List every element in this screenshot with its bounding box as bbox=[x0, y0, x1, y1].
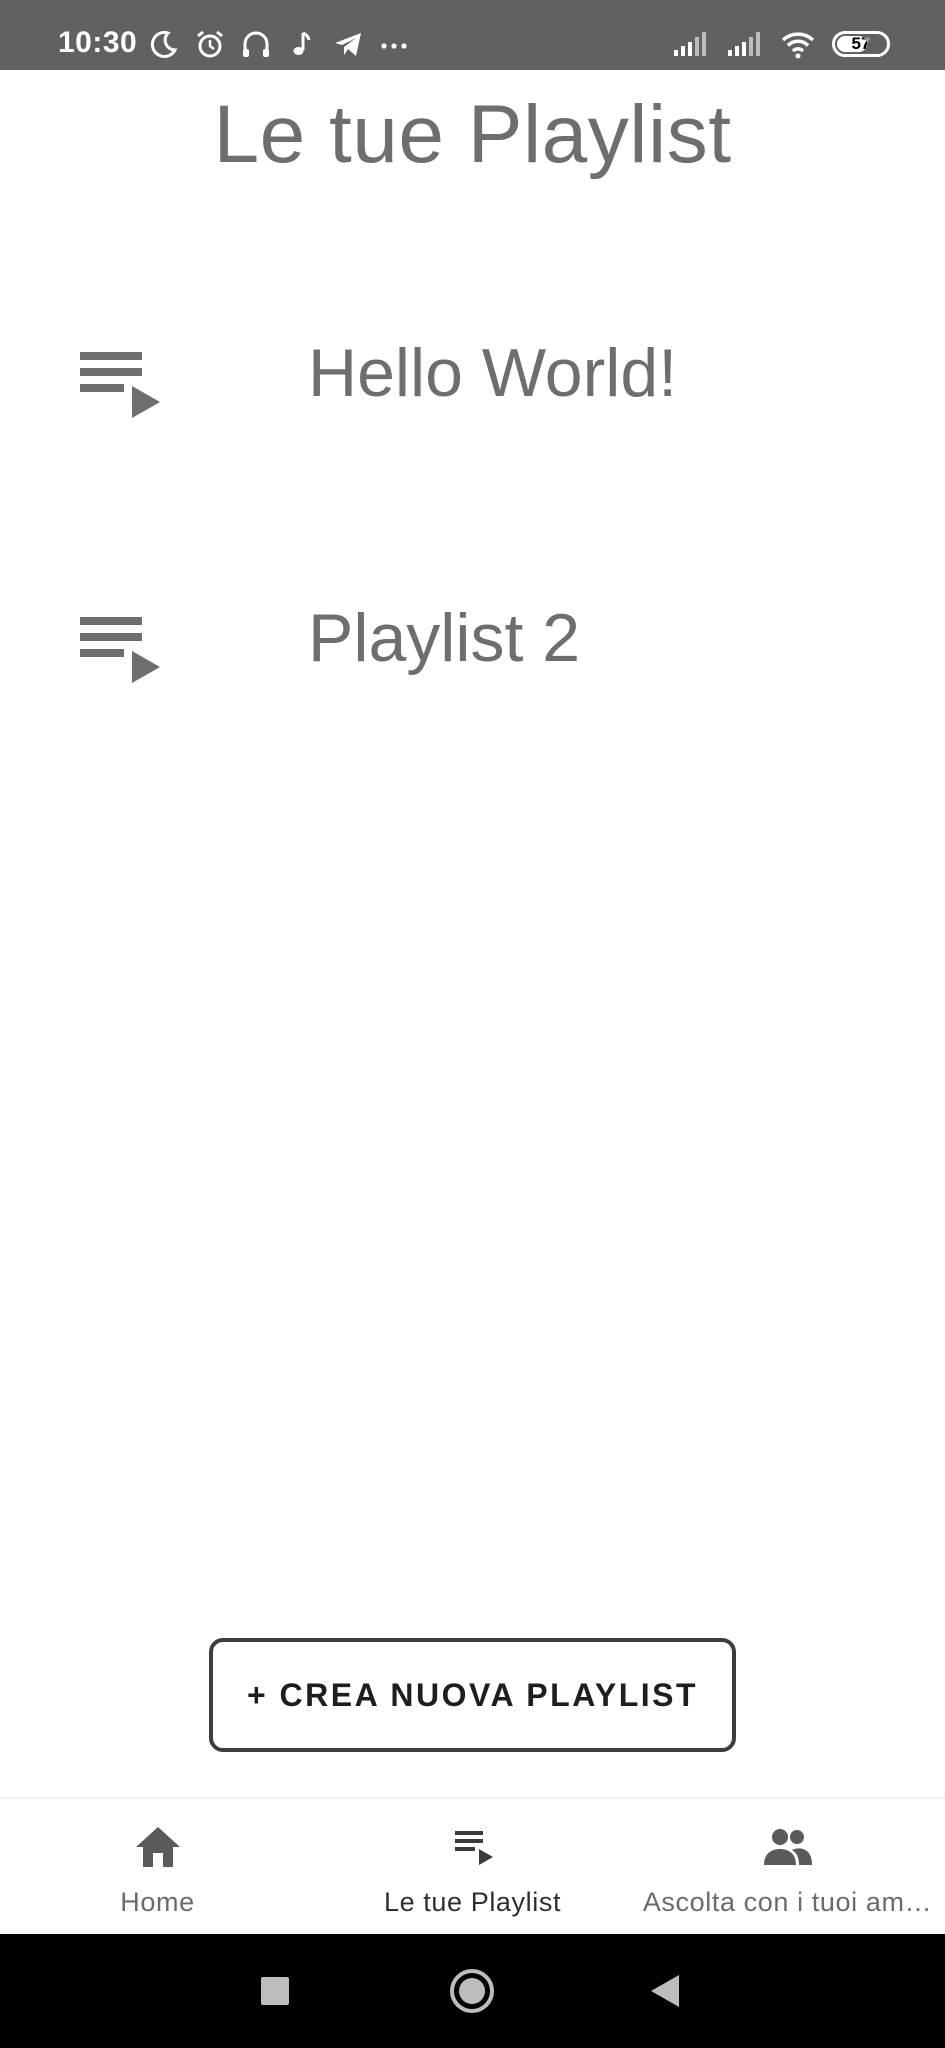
status-bar: 10:30 57 bbox=[0, 0, 945, 70]
battery-level: 57 bbox=[851, 34, 871, 53]
signal-icon bbox=[728, 32, 760, 56]
system-home-button[interactable] bbox=[422, 1934, 522, 2048]
playlist-item-playlist-2[interactable]: Playlist 2 bbox=[0, 565, 945, 725]
playlist-name: Playlist 2 bbox=[308, 600, 581, 676]
recents-square-icon bbox=[261, 1977, 289, 2005]
playlist-item-hello-world[interactable]: Hello World! bbox=[0, 300, 945, 460]
moon-icon bbox=[150, 30, 178, 58]
home-circle-icon bbox=[450, 1969, 494, 2013]
headphones-icon bbox=[243, 31, 269, 57]
music-note-icon bbox=[293, 31, 311, 55]
back-button[interactable] bbox=[615, 1934, 715, 2048]
bottom-navigation: Home Le tue Playlist Ascolta con i tuoi … bbox=[0, 1797, 945, 1934]
playlist-play-icon bbox=[454, 1831, 493, 1865]
battery-icon: 57 bbox=[832, 31, 890, 57]
telegram-icon bbox=[335, 33, 361, 56]
status-notification-icons bbox=[148, 24, 410, 64]
playlist-play-icon bbox=[80, 617, 160, 683]
status-time: 10:30 bbox=[58, 26, 138, 59]
nav-label: Le tue Playlist bbox=[383, 1887, 562, 1917]
create-playlist-button[interactable]: + CREA NUOVA PLAYLIST bbox=[209, 1638, 736, 1752]
wifi-icon bbox=[781, 32, 815, 59]
status-system-icons: 57 bbox=[672, 26, 890, 62]
nav-label: Home bbox=[120, 1887, 195, 1917]
alarm-icon bbox=[197, 30, 223, 58]
back-triangle-icon bbox=[651, 1975, 679, 2007]
home-icon bbox=[135, 1827, 180, 1867]
playlist-play-icon bbox=[80, 352, 160, 418]
more-dots-icon bbox=[381, 43, 407, 49]
screen: 10:30 57 Le tue Playlist Hello World! Pl… bbox=[0, 0, 945, 2048]
signal-icon bbox=[674, 32, 706, 56]
playlist-name: Hello World! bbox=[308, 335, 678, 411]
system-navigation-bar bbox=[0, 1934, 945, 2048]
people-icon bbox=[763, 1829, 812, 1865]
nav-item-home[interactable]: Home bbox=[0, 1799, 315, 1936]
nav-label: Ascolta con i tuoi am… bbox=[642, 1887, 933, 1917]
page-title: Le tue Playlist bbox=[213, 89, 732, 180]
nav-item-playlists[interactable]: Le tue Playlist bbox=[315, 1799, 630, 1936]
nav-item-listen-with-friends[interactable]: Ascolta con i tuoi am… bbox=[630, 1799, 945, 1936]
recents-button[interactable] bbox=[225, 1934, 325, 2048]
